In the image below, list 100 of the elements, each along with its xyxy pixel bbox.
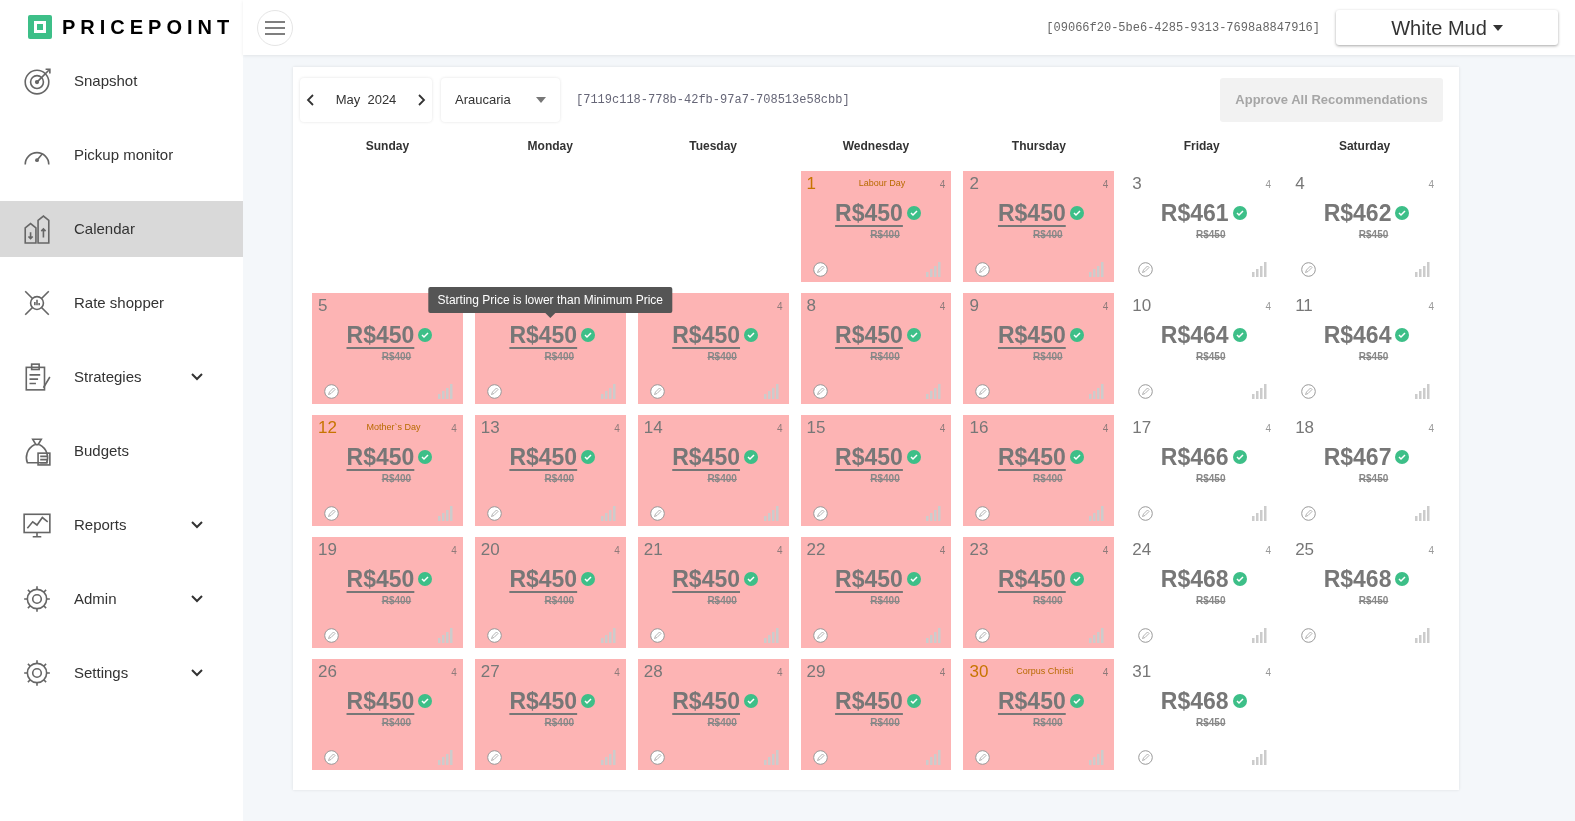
signal-bars-icon: [1252, 750, 1268, 765]
check-circle-icon: [1395, 572, 1410, 586]
price[interactable]: R$450: [509, 443, 578, 471]
price[interactable]: R$450: [835, 565, 903, 593]
edit-icon[interactable]: [1138, 262, 1154, 277]
original-price: R$450: [1195, 716, 1226, 730]
day-number: 16: [969, 417, 990, 440]
price[interactable]: R$450: [835, 687, 903, 715]
edit-icon[interactable]: [324, 384, 339, 399]
signal-bars-icon: [763, 506, 779, 521]
original-price: R$400: [1033, 350, 1063, 364]
room-count: 4: [1264, 177, 1272, 192]
original-price: R$450: [1195, 350, 1226, 364]
edit-icon[interactable]: [486, 384, 502, 399]
signal-bars-icon: [926, 628, 942, 643]
edit-icon[interactable]: [486, 506, 502, 521]
brand-name: PRICEPOINT: [62, 15, 235, 39]
edit-icon[interactable]: [649, 628, 665, 643]
check-circle-icon: [1232, 206, 1247, 220]
check-circle-icon: [906, 572, 921, 586]
edit-icon[interactable]: [975, 262, 991, 277]
original-price: R$400: [544, 594, 574, 608]
room-count: 4: [1101, 665, 1109, 680]
next-month-button[interactable]: [416, 93, 426, 107]
property-dropdown[interactable]: White Mud: [1336, 10, 1558, 45]
original-price: R$400: [707, 472, 737, 486]
previous-month-button[interactable]: [306, 93, 316, 107]
price[interactable]: R$450: [509, 321, 578, 349]
day-number: 1: [806, 173, 818, 196]
price[interactable]: R$450: [509, 565, 578, 593]
price[interactable]: R$450: [835, 321, 903, 349]
check-circle-icon: [744, 328, 758, 342]
settings-icon: [22, 658, 52, 688]
signal-bars-icon: [1089, 628, 1105, 643]
price[interactable]: R$450: [346, 687, 415, 715]
room-count: 4: [1101, 543, 1109, 558]
check-circle-icon: [906, 450, 921, 464]
edit-icon[interactable]: [812, 384, 828, 399]
original-price: R$450: [1195, 594, 1226, 608]
buildings-icon: [22, 214, 52, 244]
edit-icon[interactable]: [1138, 628, 1154, 643]
price[interactable]: R$450: [672, 565, 740, 593]
check-circle-icon: [1232, 328, 1247, 342]
price[interactable]: R$450: [997, 565, 1066, 593]
edit-icon[interactable]: [975, 628, 991, 643]
edit-icon[interactable]: [1138, 506, 1154, 521]
edit-icon[interactable]: [1138, 384, 1154, 399]
edit-icon[interactable]: [324, 750, 339, 765]
price[interactable]: R$450: [672, 687, 740, 715]
edit-icon[interactable]: [1301, 628, 1317, 643]
edit-icon[interactable]: [812, 506, 828, 521]
original-price: R$400: [870, 594, 900, 608]
price[interactable]: R$450: [835, 199, 903, 227]
room-count: 4: [776, 299, 783, 314]
price[interactable]: R$450: [672, 443, 740, 471]
edit-icon[interactable]: [486, 628, 502, 643]
location-dropdown[interactable]: Araucaria: [441, 78, 560, 122]
signal-bars-icon: [1252, 628, 1268, 643]
price[interactable]: R$450: [346, 443, 415, 471]
edit-icon[interactable]: [649, 750, 665, 765]
price[interactable]: R$450: [346, 565, 415, 593]
signal-bars-icon: [600, 628, 616, 643]
day-number: 26: [318, 661, 338, 684]
price[interactable]: R$450: [835, 443, 903, 471]
edit-icon[interactable]: [649, 506, 665, 521]
sidebar-item[interactable]: Calendar: [0, 201, 243, 257]
price[interactable]: R$450: [997, 687, 1066, 715]
price[interactable]: R$450: [672, 321, 740, 349]
room-count: 4: [450, 543, 457, 558]
tooltip: Starting Price is lower than Minimum Price: [428, 287, 672, 313]
signal-bars-icon: [763, 628, 779, 643]
edit-icon[interactable]: [1138, 750, 1154, 765]
edit-icon[interactable]: [324, 628, 339, 643]
edit-icon[interactable]: [324, 506, 339, 521]
edit-icon[interactable]: [975, 384, 991, 399]
room-count: 4: [1264, 299, 1272, 314]
edit-icon[interactable]: [1301, 384, 1317, 399]
signal-bars-icon: [1252, 262, 1268, 277]
signal-bars-icon: [1089, 506, 1105, 521]
price[interactable]: R$450: [997, 443, 1066, 471]
edit-icon[interactable]: [812, 262, 828, 277]
price[interactable]: R$450: [509, 687, 578, 715]
day-number: 19: [318, 539, 338, 562]
price[interactable]: R$450: [997, 321, 1066, 349]
price[interactable]: R$450: [997, 199, 1066, 227]
original-price: R$400: [1033, 228, 1063, 242]
room-count: 4: [938, 665, 946, 680]
edit-icon[interactable]: [975, 750, 991, 765]
edit-icon[interactable]: [812, 750, 828, 765]
edit-icon[interactable]: [975, 506, 991, 521]
edit-icon[interactable]: [1301, 262, 1317, 277]
price[interactable]: R$450: [346, 321, 415, 349]
original-price: R$400: [870, 228, 900, 242]
edit-icon[interactable]: [649, 384, 665, 399]
edit-icon[interactable]: [1301, 506, 1317, 521]
edit-icon[interactable]: [812, 628, 828, 643]
edit-icon[interactable]: [486, 750, 502, 765]
check-circle-icon: [906, 694, 921, 708]
signal-bars-icon: [600, 506, 616, 521]
check-circle-icon: [581, 572, 596, 586]
